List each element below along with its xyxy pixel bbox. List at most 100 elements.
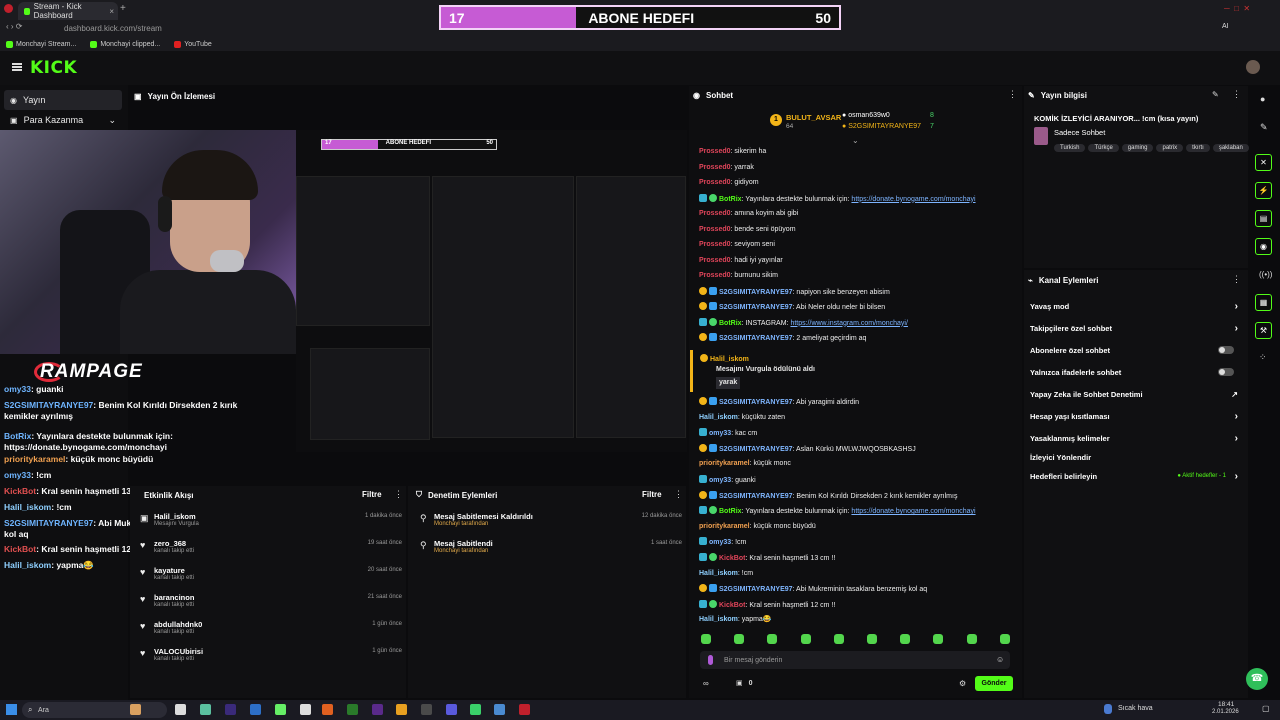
emote-icon[interactable] bbox=[767, 634, 778, 644]
window-controls[interactable]: ─ □ ✕ bbox=[1224, 4, 1276, 14]
taskbar-app-icon[interactable] bbox=[250, 704, 261, 715]
taskbar-app-icon[interactable] bbox=[470, 704, 481, 715]
channel-action-item[interactable]: Yapay Zeka ile Sohbet Denetimi ↗ bbox=[1030, 387, 1242, 401]
moderation-row[interactable]: ⚲ Mesaj Sabitlendi Monchayi tarafından 1 sa… bbox=[420, 539, 682, 565]
taskbar-app-icon[interactable] bbox=[421, 704, 432, 715]
activity-row[interactable]: ▣ Halil_iskom Mesajını Vurgula 1 dakika önc… bbox=[140, 512, 402, 538]
info-icon[interactable]: ● bbox=[1260, 94, 1265, 104]
chat-username[interactable]: Prossed0 bbox=[699, 226, 731, 233]
more-icon[interactable]: ⋮ bbox=[674, 489, 683, 500]
emote-icon[interactable] bbox=[734, 634, 745, 644]
support-icon[interactable]: ☎ bbox=[1246, 668, 1268, 690]
emote-icon[interactable] bbox=[900, 634, 911, 644]
emoji-icon[interactable]: ☺ bbox=[996, 655, 1004, 664]
more-icon[interactable]: ⋮ bbox=[394, 489, 403, 500]
weather-text[interactable]: Sıcak hava bbox=[1118, 705, 1153, 712]
notification-icon[interactable]: ▢ bbox=[1262, 704, 1270, 713]
more-icon[interactable]: ⋮ bbox=[1232, 274, 1241, 285]
avatar[interactable] bbox=[1246, 60, 1260, 74]
category-name[interactable]: Sadece Sohbet bbox=[1054, 128, 1105, 137]
apps-icon[interactable]: ⁘ bbox=[1259, 352, 1267, 363]
taskbar-search[interactable]: Ara bbox=[22, 702, 167, 718]
chat-username[interactable]: S2GSIMITAYRANYE97 bbox=[719, 446, 793, 453]
chat-username[interactable]: Prossed0 bbox=[699, 241, 731, 248]
activity-filter-button[interactable]: Filtre bbox=[362, 490, 382, 499]
bookmark-monchayi-stream[interactable]: Monchayi Stream... bbox=[6, 40, 76, 48]
chat-username[interactable]: Prossed0 bbox=[699, 257, 731, 264]
toggle-switch[interactable] bbox=[1218, 346, 1234, 354]
chat-username[interactable]: KickBot bbox=[719, 555, 745, 562]
top-gifter-name[interactable]: BULUT_AVSAR bbox=[786, 113, 841, 122]
rail-layout-icon[interactable]: ▦ bbox=[1255, 294, 1272, 311]
chat-username[interactable]: S2GSIMITAYRANYE97 bbox=[719, 304, 793, 311]
mic-icon[interactable] bbox=[708, 655, 713, 665]
infinity-icon[interactable]: ∞ bbox=[703, 679, 709, 688]
sidebar-item-stream[interactable]: ◉ Yayın bbox=[4, 90, 122, 110]
activity-row[interactable]: ♥ abdullahdnk0 kanalı takip etti 1 gün önce bbox=[140, 620, 402, 646]
channel-action-item[interactable]: Yasaklanmış kelimeler › bbox=[1030, 431, 1242, 445]
chat-link[interactable]: https://www.instagram.com/monchayi/ bbox=[790, 320, 908, 327]
taskbar-app-icon[interactable] bbox=[300, 704, 311, 715]
activity-row[interactable]: ♥ kayature kanalı takip etti 20 saat önce bbox=[140, 566, 402, 592]
broadcast-icon[interactable]: ((•)) bbox=[1259, 270, 1272, 279]
chat-username[interactable]: Halil_iskom bbox=[699, 616, 738, 623]
toggle-switch[interactable] bbox=[1218, 368, 1234, 376]
close-tab-icon[interactable]: × bbox=[109, 7, 114, 16]
emote-icon[interactable] bbox=[999, 634, 1010, 644]
chat-input[interactable]: Bir mesaj gönderin bbox=[700, 651, 1010, 669]
chevron-down-icon[interactable]: ⌄ bbox=[852, 136, 859, 145]
chat-username[interactable]: prioritykaramel bbox=[699, 460, 750, 467]
taskbar-app-icon[interactable] bbox=[372, 704, 383, 715]
clock-date[interactable]: 2.01.2026 bbox=[1212, 709, 1239, 715]
rail-chat-icon[interactable]: ◉ bbox=[1255, 238, 1272, 255]
tag-chip[interactable]: Turkish bbox=[1054, 144, 1086, 152]
channel-action-item[interactable]: Abonelere özel sohbet bbox=[1030, 343, 1242, 357]
chat-username[interactable]: Prossed0 bbox=[699, 272, 731, 279]
rail-bolt-icon[interactable]: ⚡ bbox=[1255, 182, 1272, 199]
chat-username[interactable]: BotRix bbox=[719, 196, 742, 203]
chat-link[interactable]: https://donate.bynogame.com/monchayi bbox=[851, 196, 975, 203]
taskbar-app-icon[interactable] bbox=[519, 704, 530, 715]
gear-icon[interactable]: ⚙ bbox=[959, 679, 966, 688]
top-gifter-2[interactable]: ● osman639w0 bbox=[842, 112, 890, 119]
chat-username[interactable]: S2GSIMITAYRANYE97 bbox=[719, 289, 793, 296]
menu-icon[interactable] bbox=[12, 63, 22, 71]
taskbar-app-icon[interactable] bbox=[200, 704, 211, 715]
opera-logo-icon[interactable] bbox=[4, 4, 13, 13]
moderation-filter-button[interactable]: Filtre bbox=[642, 490, 662, 499]
back-forward-icons[interactable]: ‹ › ⟳ bbox=[6, 22, 22, 31]
tag-chip[interactable]: gaming bbox=[1121, 144, 1154, 152]
taskbar-app-icon[interactable] bbox=[175, 704, 186, 715]
chat-username[interactable]: KickBot bbox=[719, 602, 745, 609]
chat-username[interactable]: BotRix bbox=[719, 320, 742, 327]
emote-icon[interactable] bbox=[701, 634, 711, 644]
bookmark-monchayi-clipped[interactable]: Monchayi clipped... bbox=[90, 40, 160, 48]
chat-username[interactable]: prioritykaramel bbox=[699, 523, 750, 530]
ai-button[interactable]: AI bbox=[1222, 23, 1229, 30]
channel-action-item[interactable]: Hedefleri belirleyin ● Aktif hedefler - 1… bbox=[1030, 469, 1242, 483]
channel-action-item[interactable]: İzleyici Yönlendir bbox=[1030, 450, 1242, 464]
tag-chip[interactable]: tkırtı bbox=[1186, 144, 1210, 152]
chat-username[interactable]: S2GSIMITAYRANYE97 bbox=[719, 586, 793, 593]
chat-username[interactable]: S2GSIMITAYRANYE97 bbox=[719, 493, 793, 500]
emote-icon[interactable] bbox=[833, 634, 844, 644]
channel-action-item[interactable]: Takipçilere özel sohbet › bbox=[1030, 321, 1242, 335]
chat-link[interactable]: https://donate.bynogame.com/monchayi bbox=[851, 508, 975, 515]
chat-username[interactable]: Prossed0 bbox=[699, 210, 731, 217]
channel-action-item[interactable]: Yavaş mod › bbox=[1030, 299, 1242, 313]
tag-chip[interactable]: Türkçe bbox=[1088, 144, 1119, 152]
moderation-row[interactable]: ⚲ Mesaj Sabitlemesi Kaldırıldı Monchayi ta… bbox=[420, 512, 682, 538]
taskbar-app-icon[interactable] bbox=[446, 704, 457, 715]
windows-start-icon[interactable] bbox=[6, 704, 17, 715]
emote-icon[interactable] bbox=[800, 634, 811, 644]
top-gifter-3[interactable]: ● S2GSIMITAYRANYE97 bbox=[842, 123, 921, 130]
activity-row[interactable]: ♥ zero_368 kanalı takip etti 19 saat önce bbox=[140, 539, 402, 565]
channel-action-item[interactable]: Yalnızca ifadelerle sohbet bbox=[1030, 365, 1242, 379]
chat-username[interactable]: Prossed0 bbox=[699, 164, 731, 171]
chat-username[interactable]: S2GSIMITAYRANYE97 bbox=[719, 335, 793, 342]
activity-row[interactable]: ♥ barancinon kanalı takip etti 21 saat önce bbox=[140, 593, 402, 619]
chat-username[interactable]: Halil_iskom bbox=[699, 570, 738, 577]
taskbar-app-icon[interactable] bbox=[396, 704, 407, 715]
tag-chip[interactable]: şaklaban bbox=[1212, 144, 1249, 152]
bookmark-youtube[interactable]: YouTube bbox=[174, 40, 212, 48]
